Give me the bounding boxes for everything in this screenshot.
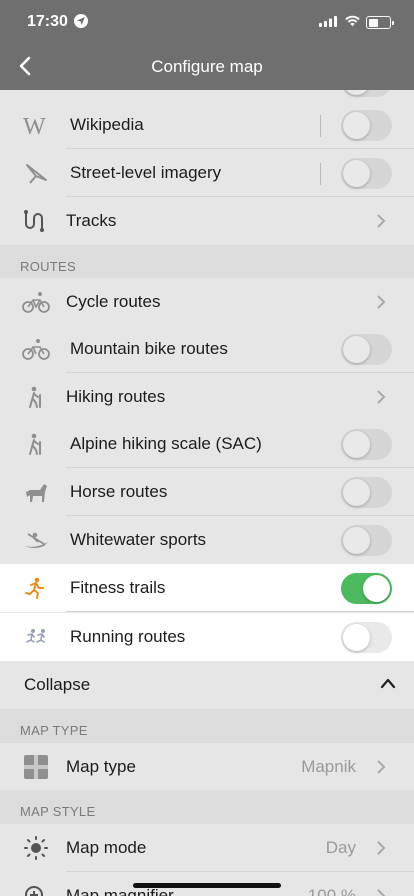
chevron-right-icon: [377, 295, 386, 309]
wikipedia-toggle[interactable]: [341, 110, 392, 141]
horse-routes-toggle[interactable]: [341, 477, 392, 508]
chevron-right-icon: [377, 390, 386, 404]
row-tracks[interactable]: Tracks: [0, 197, 414, 245]
row-wikipedia: W Wikipedia: [0, 101, 414, 149]
row-hiking-routes[interactable]: Hiking routes: [0, 373, 414, 421]
wifi-icon: [345, 15, 360, 27]
location-arrow-icon: [74, 14, 88, 28]
runner-icon: [25, 577, 44, 599]
chevron-right-icon: [377, 760, 386, 774]
chevron-up-icon: [380, 678, 396, 689]
row-cycle-routes[interactable]: Cycle routes: [0, 278, 414, 326]
map-magnifier-value: 100 %: [307, 886, 356, 896]
row-label: Map mode: [66, 838, 147, 857]
row-street-level-imagery: Street-level imagery: [0, 149, 414, 197]
section-title: ROUTES: [20, 259, 76, 274]
street-level-imagery-toggle[interactable]: [341, 158, 392, 189]
row-running-routes: Running routes: [0, 613, 414, 661]
horse-icon: [26, 484, 47, 502]
alpine-hiking-scale-toggle[interactable]: [341, 429, 392, 460]
row-label: Mountain bike routes: [70, 339, 228, 358]
collapse-label: Collapse: [24, 675, 91, 694]
cellular-signal-icon: [319, 16, 337, 27]
row-map-type[interactable]: Map type Mapnik: [0, 743, 414, 791]
map-mode-value: Day: [325, 838, 356, 857]
row-fitness-trails: Fitness trails: [0, 564, 414, 612]
row-map-mode[interactable]: Map mode Day: [0, 824, 414, 872]
running-routes-icon: [26, 629, 45, 643]
settings-list: W Wikipedia Street-level imagery Tracks …: [0, 90, 414, 896]
row-label: Hiking routes: [66, 387, 166, 406]
collapse-row[interactable]: Collapse: [0, 661, 414, 709]
battery-icon: [366, 16, 394, 29]
chevron-right-icon: [377, 214, 386, 228]
running-routes-toggle[interactable]: [341, 622, 392, 653]
row-label: Fitness trails: [70, 578, 166, 597]
row-whitewater-sports: Whitewater sports: [0, 516, 414, 564]
row-alpine-hiking-scale: Alpine hiking scale (SAC): [0, 420, 414, 468]
row-label: Wikipedia: [70, 115, 144, 134]
svg-text:W: W: [23, 114, 46, 137]
row-label: Cycle routes: [66, 292, 161, 311]
hiker-icon: [29, 386, 41, 408]
sun-icon: [24, 836, 48, 860]
mountain-bike-routes-toggle[interactable]: [341, 334, 392, 365]
toggle[interactable]: [341, 90, 392, 97]
tracks-icon: [24, 210, 44, 232]
nav-bar: Configure map: [0, 44, 414, 90]
row-label: Horse routes: [70, 482, 168, 501]
wikipedia-icon: W: [23, 114, 46, 137]
chevron-right-icon: [377, 841, 386, 855]
whitewater-sports-toggle[interactable]: [341, 525, 392, 556]
map-type-value: Mapnik: [301, 757, 356, 776]
row-label: Alpine hiking scale (SAC): [70, 434, 262, 453]
map-type-icon: [24, 755, 48, 779]
kayak-icon: [25, 532, 48, 548]
status-bar: 17:30: [0, 0, 414, 44]
status-time: 17:30: [27, 13, 68, 30]
row-horse-routes: Horse routes: [0, 468, 414, 516]
section-title: MAP STYLE: [20, 804, 96, 819]
section-title: MAP TYPE: [20, 723, 88, 738]
chevron-right-icon: [377, 889, 386, 896]
row-label: Whitewater sports: [70, 530, 207, 549]
home-indicator[interactable]: [133, 883, 281, 888]
row-label: Street-level imagery: [70, 163, 222, 182]
fitness-trails-toggle[interactable]: [341, 573, 392, 604]
row-label: Running routes: [70, 627, 186, 646]
street-level-imagery-icon: [26, 164, 47, 184]
magnifier-icon: [25, 886, 43, 896]
row-label: Tracks: [66, 211, 117, 230]
bicycle-icon: [22, 292, 50, 313]
page-title: Configure map: [151, 57, 263, 76]
row-mountain-bike-routes: Mountain bike routes: [0, 325, 414, 373]
mountain-bike-icon: [22, 339, 50, 360]
row-label: Map type: [66, 757, 136, 776]
alpine-hiker-icon: [29, 433, 41, 455]
